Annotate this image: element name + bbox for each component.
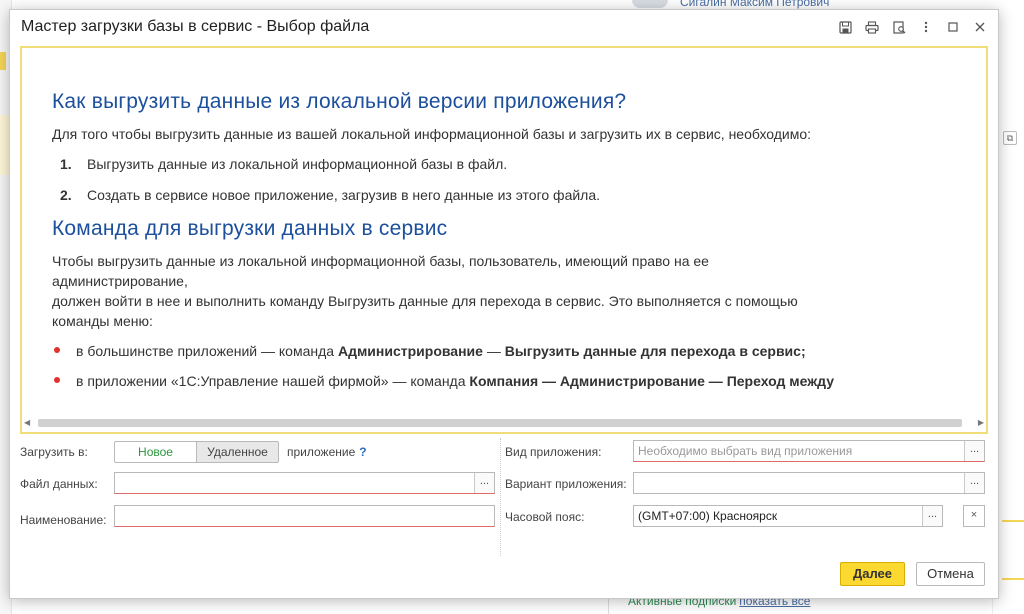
name-field[interactable]	[114, 505, 495, 527]
dialog-title: Мастер загрузки базы в сервис - Выбор фа…	[21, 18, 370, 35]
choose-app-variant-button[interactable]: ...	[964, 473, 984, 493]
choose-app-kind-button[interactable]: ...	[964, 441, 984, 461]
app-kind-field[interactable]: Необходимо выбрать вид приложения ...	[633, 440, 985, 462]
app-suffix-label: приложение?	[287, 445, 367, 459]
app-kind-placeholder: Необходимо выбрать вид приложения	[638, 444, 853, 458]
name-label: Наименование:	[20, 513, 107, 527]
help-intro: Для того чтобы выгрузить данные из вашей…	[52, 126, 812, 142]
open-window-icon[interactable]: ⧉	[1003, 131, 1017, 145]
paragraph-line: Чтобы выгрузить данные из локальной инфо…	[52, 253, 709, 269]
app-kind-label: Вид приложения:	[505, 445, 602, 459]
scrollbar-thumb[interactable]	[38, 419, 962, 427]
menu-command: Администрирование	[337, 343, 483, 359]
bullet-icon	[52, 371, 76, 391]
paragraph-line: должен войти в нее и выполнить команду В…	[52, 293, 798, 309]
close-icon[interactable]	[972, 19, 988, 35]
paragraph-line: администрирование,	[52, 273, 188, 289]
app-variant-label: Вариант приложения:	[505, 477, 627, 491]
step-number: 1.	[60, 156, 72, 172]
app-suffix-text: приложение	[287, 445, 356, 459]
maximize-icon[interactable]	[945, 19, 961, 35]
new-app-option[interactable]: Новое	[115, 442, 196, 462]
horizontal-scrollbar[interactable]: ◀ ▶	[22, 414, 986, 432]
clear-timezone-button[interactable]: ×	[963, 505, 985, 527]
scroll-left-icon[interactable]: ◀	[24, 418, 30, 427]
print-icon[interactable]	[864, 19, 880, 35]
list-item: в большинстве приложений — команда Админ…	[52, 341, 972, 361]
cancel-button[interactable]: Отмена	[916, 562, 985, 586]
data-file-label: Файл данных:	[20, 477, 98, 491]
text-fragment: в приложении «1С:Управление нашей фирмой…	[76, 373, 470, 389]
menu-command: Выгрузить данные для перехода в сервис;	[504, 343, 806, 359]
help-steps-list: 1. Выгрузить данные из локальной информа…	[52, 154, 972, 205]
next-button[interactable]: Далее	[840, 562, 905, 586]
paragraph-line: команды меню:	[52, 313, 153, 329]
save-icon[interactable]	[837, 19, 853, 35]
list-item: 2. Создать в сервисе новое приложение, з…	[52, 185, 972, 205]
remote-app-option[interactable]: Удаленное	[196, 442, 278, 462]
bullet-text: в приложении «1С:Управление нашей фирмой…	[76, 371, 834, 391]
left-panel-marker	[0, 52, 6, 70]
help-content: Как выгрузить данные из локальной версии…	[22, 48, 972, 414]
timezone-field[interactable]: (GMT+07:00) Красноярск ...	[633, 505, 943, 527]
bullet-text: в большинстве приложений — команда Админ…	[76, 341, 806, 361]
step-text: Выгрузить данные из локальной информацио…	[87, 156, 508, 172]
help-heading-2: Команда для выгрузки данных в сервис	[52, 217, 448, 240]
timezone-label: Часовой пояс:	[505, 510, 585, 524]
text-fragment: —	[482, 343, 505, 359]
timezone-value: (GMT+07:00) Красноярск	[638, 509, 778, 523]
list-item: в приложении «1С:Управление нашей фирмой…	[52, 371, 972, 391]
upload-wizard-dialog: Мастер загрузки базы в сервис - Выбор фа…	[9, 9, 999, 599]
help-frame[interactable]: Как выгрузить данные из локальной версии…	[20, 46, 988, 434]
data-file-field[interactable]: ...	[114, 472, 495, 494]
user-name[interactable]: Сигалин Максим Петрович	[680, 0, 829, 9]
right-panel-highlight	[1002, 520, 1024, 580]
preview-icon[interactable]	[891, 19, 907, 35]
column-divider	[500, 438, 501, 556]
upload-target-toggle[interactable]: Новое Удаленное	[114, 441, 279, 463]
text-fragment: в большинстве приложений — команда	[76, 343, 338, 359]
choose-timezone-button[interactable]: ...	[922, 506, 942, 526]
scroll-right-icon[interactable]: ▶	[978, 418, 984, 427]
list-item: 1. Выгрузить данные из локальной информа…	[52, 154, 972, 174]
step-text: Создать в сервисе новое приложение, загр…	[87, 187, 601, 203]
titlebar-icons	[826, 19, 988, 35]
help-paragraph: Чтобы выгрузить данные из локальной инфо…	[52, 251, 972, 331]
user-avatar[interactable]	[632, 0, 668, 8]
app-variant-field[interactable]: ...	[633, 472, 985, 494]
help-heading-1: Как выгрузить данные из локальной версии…	[52, 90, 627, 113]
bullet-icon	[52, 341, 76, 361]
more-icon[interactable]	[918, 19, 934, 35]
menu-command: Компания — Администрирование — Переход м…	[469, 373, 835, 389]
dialog-titlebar: Мастер загрузки базы в сервис - Выбор фа…	[10, 10, 998, 44]
choose-file-button[interactable]: ...	[474, 473, 494, 493]
step-number: 2.	[60, 187, 72, 203]
help-icon[interactable]: ?	[359, 445, 366, 459]
upload-to-label: Загрузить в:	[20, 445, 88, 459]
